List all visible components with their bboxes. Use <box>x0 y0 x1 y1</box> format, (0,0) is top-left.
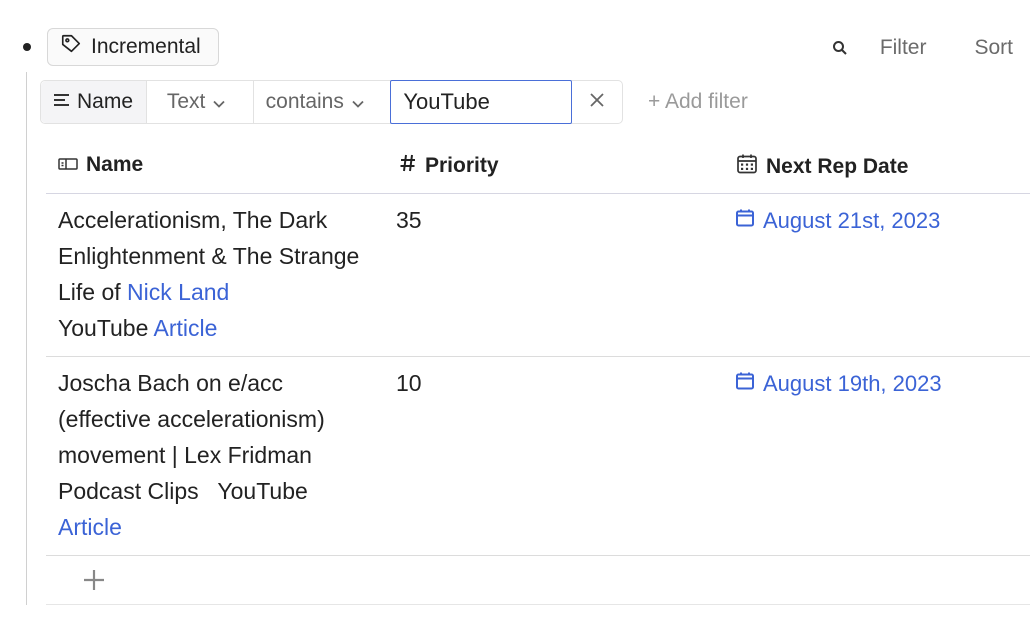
filter-value-input[interactable] <box>403 89 560 115</box>
chevron-down-icon <box>213 90 225 114</box>
filter-property-label: Name <box>77 90 134 113</box>
filter-button[interactable]: Filter <box>880 36 927 60</box>
sort-button[interactable]: Sort <box>974 36 1013 60</box>
name-cell[interactable]: Joscha Bach on e/acc (effective accelera… <box>58 365 368 545</box>
incremental-tag[interactable]: Incremental <box>47 28 219 66</box>
column-label: Name <box>86 153 144 176</box>
table-row[interactable]: Accelerationism, The Dark Enlightenment … <box>46 194 1030 357</box>
filter-operator-dropdown[interactable]: contains <box>254 81 391 123</box>
search-icon[interactable] <box>830 38 850 58</box>
article-link[interactable]: Article <box>58 514 122 540</box>
add-filter-button[interactable]: + Add filter <box>648 90 748 114</box>
filter-operator-label: contains <box>265 90 344 113</box>
priority-cell[interactable]: 10 <box>396 365 422 401</box>
source-tag: YouTube <box>58 315 149 341</box>
bullet-point[interactable] <box>23 43 31 51</box>
table-header: Name Priority Next Rep Date <box>46 145 1030 194</box>
hash-icon <box>399 153 417 179</box>
source-tag: YouTube <box>217 478 308 504</box>
filter-value-field[interactable] <box>390 80 573 124</box>
priority-cell[interactable]: 35 <box>396 202 422 238</box>
column-header-next-rep-date[interactable]: Next Rep Date <box>736 153 908 181</box>
nick-land-link[interactable]: Nick Land <box>127 279 229 305</box>
text-lines-icon <box>53 90 71 114</box>
filter-type-dropdown[interactable]: Text <box>147 81 254 123</box>
chevron-down-icon <box>352 90 364 114</box>
calendar-icon <box>735 202 755 240</box>
column-label: Next Rep Date <box>766 155 909 178</box>
next-rep-date-cell[interactable]: August 19th, 2023 <box>735 365 942 403</box>
column-label: Priority <box>425 154 499 177</box>
calendar-icon <box>736 153 758 181</box>
column-header-priority[interactable]: Priority <box>399 153 499 179</box>
filter-bar: Name Text contains <box>40 80 623 124</box>
column-header-name[interactable]: Name <box>58 153 143 177</box>
name-cell[interactable]: Accelerationism, The Dark Enlightenment … <box>58 202 368 346</box>
filter-type-label: Text <box>166 90 206 113</box>
table-row[interactable]: Joscha Bach on e/acc (effective accelera… <box>46 357 1030 556</box>
clear-filter-button[interactable] <box>572 81 622 123</box>
date-label: August 19th, 2023 <box>763 371 942 396</box>
name-property-icon <box>58 153 78 177</box>
calendar-icon <box>735 365 755 403</box>
add-row <box>46 556 1030 605</box>
tag-label: Incremental <box>91 35 201 58</box>
date-label: August 21st, 2023 <box>763 208 941 233</box>
table-actions: Filter Sort <box>830 33 1013 63</box>
filter-property-button[interactable]: Name <box>41 81 147 123</box>
article-link[interactable]: Article <box>154 315 218 341</box>
close-icon <box>589 90 605 114</box>
plus-icon[interactable] <box>80 566 108 594</box>
next-rep-date-cell[interactable]: August 21st, 2023 <box>735 202 940 240</box>
tag-icon <box>60 33 82 61</box>
block-indent-line <box>26 72 27 605</box>
